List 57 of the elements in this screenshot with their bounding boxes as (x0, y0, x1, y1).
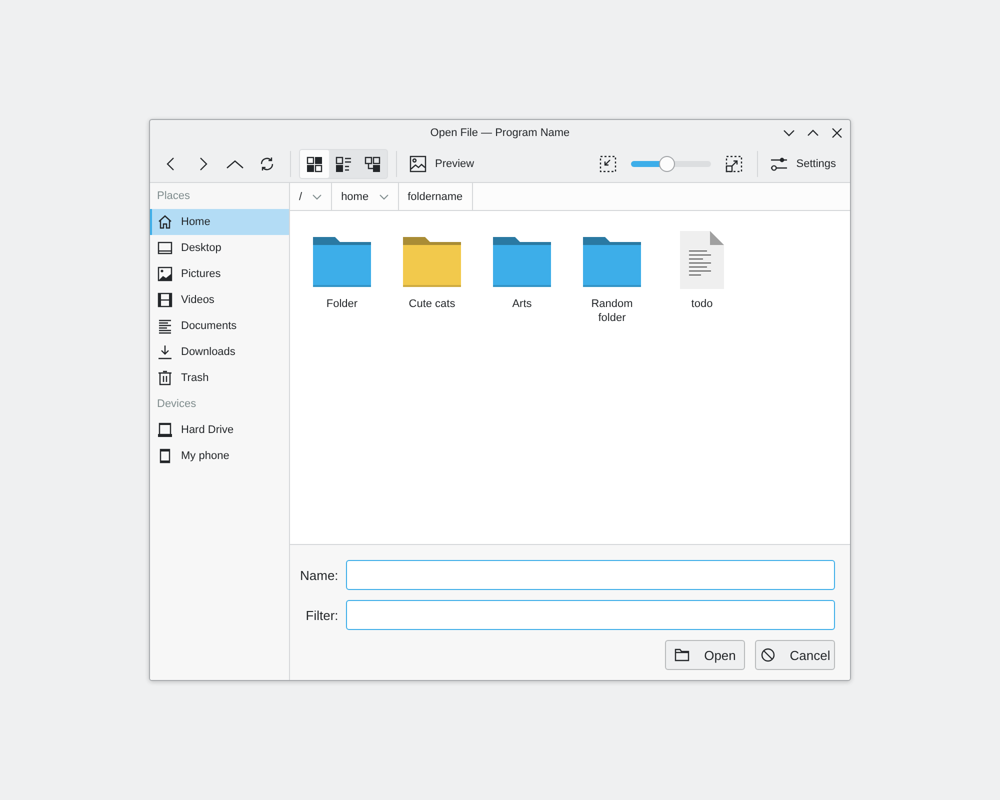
refresh-icon (258, 155, 276, 173)
sidebar-item[interactable]: Trash (150, 365, 289, 391)
document-icon[interactable] (679, 231, 725, 289)
pictures-icon (157, 266, 173, 282)
window-title: Open File — Program Name (430, 127, 570, 139)
sidebar-item[interactable]: Desktop (150, 235, 289, 261)
open-button[interactable]: Open (665, 640, 745, 670)
icon-grid-icon (306, 156, 323, 172)
shrink-icon (599, 155, 618, 173)
file-name[interactable]: Random folder (577, 297, 647, 325)
sidebar-item[interactable]: Home (150, 209, 289, 235)
section-heading: Places (156, 189, 192, 204)
downloads-icon (157, 344, 173, 360)
cancel-button[interactable]: Cancel (755, 640, 835, 670)
settings-button[interactable]: Settings (766, 149, 844, 179)
caret-icon (312, 192, 322, 200)
sidebar-item[interactable]: My phone (150, 443, 289, 469)
file-name[interactable]: Arts (487, 297, 557, 311)
text-field[interactable] (346, 600, 835, 630)
documents-icon (157, 318, 173, 334)
slider-thumb[interactable] (659, 156, 676, 172)
sidebar-item[interactable]: Downloads (150, 339, 289, 365)
sidebar-item[interactable]: Hard Drive (150, 417, 289, 443)
folder-icon (674, 647, 690, 663)
trash-icon (157, 370, 173, 386)
file-name[interactable]: Cute cats (397, 297, 467, 311)
image-icon (409, 155, 427, 173)
folder-icon[interactable] (493, 235, 551, 289)
close-icon[interactable] (830, 126, 844, 140)
breadcrumb-segment[interactable]: / (290, 183, 332, 210)
section-heading: Devices (156, 397, 198, 412)
cancel-icon (760, 647, 776, 663)
field-label: Name: (300, 568, 338, 582)
home-icon (157, 214, 173, 230)
desktop-icon (157, 240, 173, 256)
sidebar-item[interactable]: Videos (150, 287, 289, 313)
folder-icon[interactable] (313, 235, 371, 289)
list-view-icon (335, 156, 352, 172)
file-name[interactable]: todo (667, 297, 737, 311)
drive-icon (157, 422, 173, 438)
caret-icon (378, 192, 389, 200)
breadcrumb-segment[interactable]: foldername (398, 183, 473, 210)
text-field[interactable] (346, 560, 835, 590)
file-name[interactable]: Folder (307, 297, 377, 311)
preview-button[interactable]: Preview (405, 149, 482, 179)
sidebar-item[interactable]: Pictures (150, 261, 289, 287)
tree-view-icon (364, 156, 381, 172)
folder-icon[interactable] (583, 235, 641, 289)
sidebar-item[interactable]: Documents (150, 313, 289, 339)
sliders-icon (770, 156, 788, 172)
breadcrumb-segment[interactable]: home (332, 183, 399, 210)
field-label: Filter: (304, 608, 338, 622)
expand-icon (725, 155, 744, 173)
view-mode-button[interactable] (300, 150, 329, 178)
phone-icon (157, 448, 173, 464)
videos-icon (157, 292, 173, 308)
folder-icon[interactable] (403, 235, 461, 289)
